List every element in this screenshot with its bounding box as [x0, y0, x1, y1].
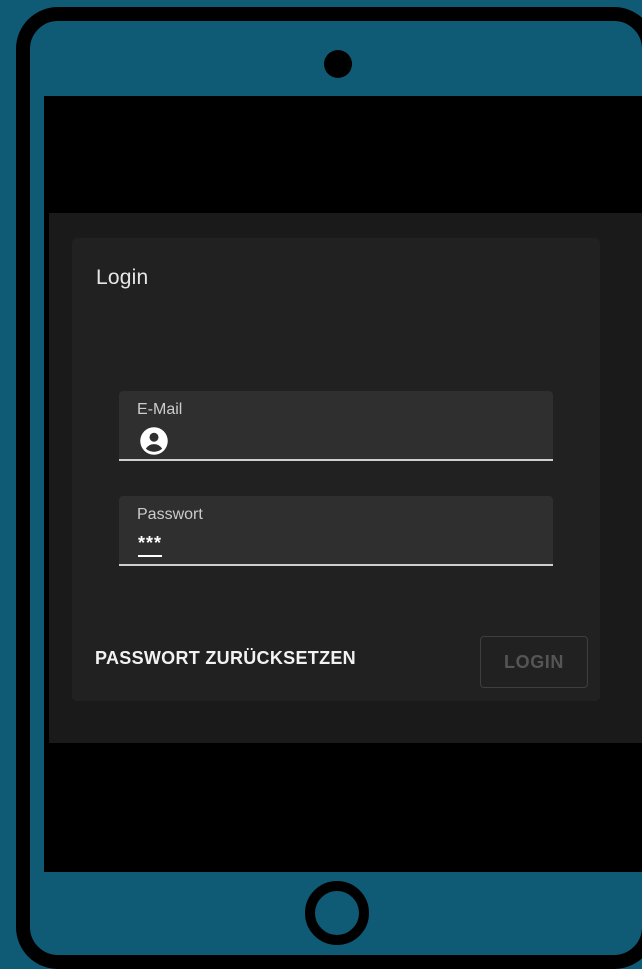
password-mask: *** — [138, 533, 163, 557]
login-card: Login E-Mail Passwort *** PASSWORT ZURÜC… — [72, 238, 600, 701]
email-label: E-Mail — [137, 401, 183, 418]
login-title: Login — [96, 266, 149, 289]
account-circle-icon — [140, 427, 168, 455]
email-field[interactable]: E-Mail — [119, 391, 553, 461]
login-button[interactable]: LOGIN — [480, 636, 588, 688]
device-screen: Login E-Mail Passwort *** PASSWORT ZURÜC… — [44, 96, 642, 872]
home-button[interactable] — [305, 881, 369, 945]
reset-password-button[interactable]: PASSWORT ZURÜCKSETZEN — [95, 648, 356, 669]
app-area: Login E-Mail Passwort *** PASSWORT ZURÜC… — [49, 213, 642, 743]
password-field[interactable]: Passwort *** — [119, 496, 553, 566]
camera-icon — [324, 50, 352, 78]
password-label: Passwort — [137, 506, 203, 523]
